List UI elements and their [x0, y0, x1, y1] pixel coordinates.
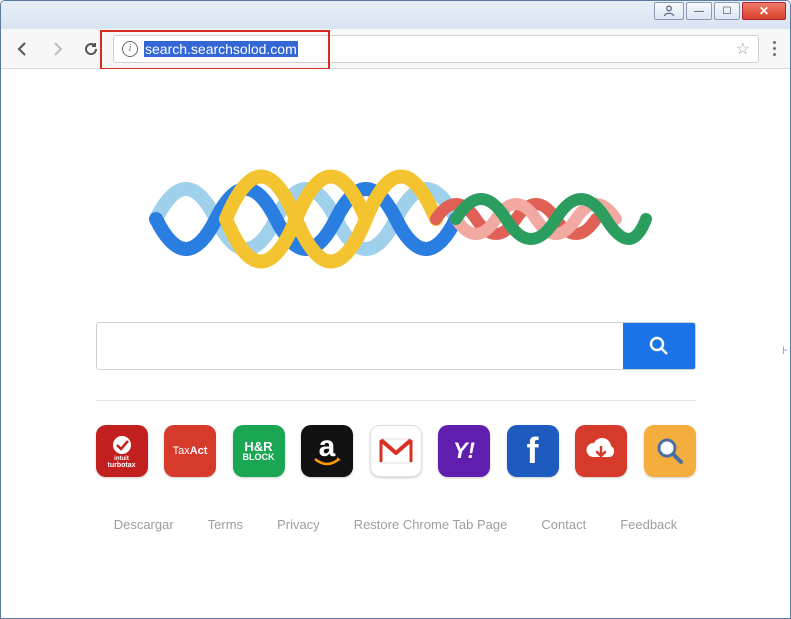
window-controls: — ☐ ✕ — [654, 1, 790, 20]
amazon-smile-icon — [313, 457, 341, 467]
minimize-button[interactable]: — — [686, 2, 712, 20]
browser-menu-button[interactable] — [769, 37, 780, 60]
footer-link-descargar[interactable]: Descargar — [114, 517, 174, 532]
search-input[interactable] — [97, 323, 623, 369]
separator — [96, 400, 696, 401]
url-text[interactable]: search.searchsolod.com — [144, 41, 730, 57]
tile-gmail[interactable] — [370, 425, 422, 477]
gmail-icon — [379, 438, 413, 464]
search-button[interactable] — [623, 323, 695, 369]
tile-amazon[interactable]: a — [301, 425, 353, 477]
tile-facebook[interactable]: f — [507, 425, 559, 477]
bookmark-star-icon[interactable]: ☆ — [736, 39, 750, 59]
footer-link-privacy[interactable]: Privacy — [277, 517, 320, 532]
cloud-download-icon — [583, 437, 619, 465]
scroll-indicator: ⊦ — [782, 344, 788, 357]
browser-window: — ☐ ✕ New Tab Search × i search.searchso… — [0, 0, 791, 619]
footer-link-restore[interactable]: Restore Chrome Tab Page — [354, 517, 508, 532]
browser-toolbar: i search.searchsolod.com ☆ — [1, 29, 790, 69]
tile-download[interactable] — [575, 425, 627, 477]
window-titlebar: — ☐ ✕ — [1, 1, 790, 29]
footer-link-terms[interactable]: Terms — [208, 517, 243, 532]
tile-turbotax[interactable]: intuit turbotax — [96, 425, 148, 477]
address-bar[interactable]: i search.searchsolod.com ☆ — [113, 35, 759, 63]
magnifier-icon — [655, 436, 685, 466]
site-info-icon[interactable]: i — [122, 41, 138, 57]
tile-hrblock[interactable]: H&R BLOCK — [233, 425, 285, 477]
reload-button[interactable] — [79, 37, 103, 61]
footer-links: Descargar Terms Privacy Restore Chrome T… — [96, 477, 696, 542]
footer-link-contact[interactable]: Contact — [541, 517, 586, 532]
site-logo — [136, 149, 656, 289]
forward-button[interactable] — [45, 37, 69, 61]
footer-link-feedback[interactable]: Feedback — [620, 517, 677, 532]
tile-taxact[interactable]: TaxAct — [164, 425, 216, 477]
page-viewport: ⊦ — [1, 69, 790, 618]
page-content: intuit turbotax TaxAct H&R BLOCK a — [76, 69, 716, 582]
tile-yahoo[interactable]: Y! — [438, 425, 490, 477]
quick-links: intuit turbotax TaxAct H&R BLOCK a — [96, 425, 696, 477]
maximize-button[interactable]: ☐ — [714, 2, 740, 20]
close-button[interactable]: ✕ — [742, 2, 786, 20]
search-icon — [648, 335, 670, 357]
search-form — [96, 322, 696, 370]
check-icon — [111, 434, 133, 456]
back-button[interactable] — [11, 37, 35, 61]
user-button[interactable] — [654, 2, 684, 20]
tile-search[interactable] — [644, 425, 696, 477]
